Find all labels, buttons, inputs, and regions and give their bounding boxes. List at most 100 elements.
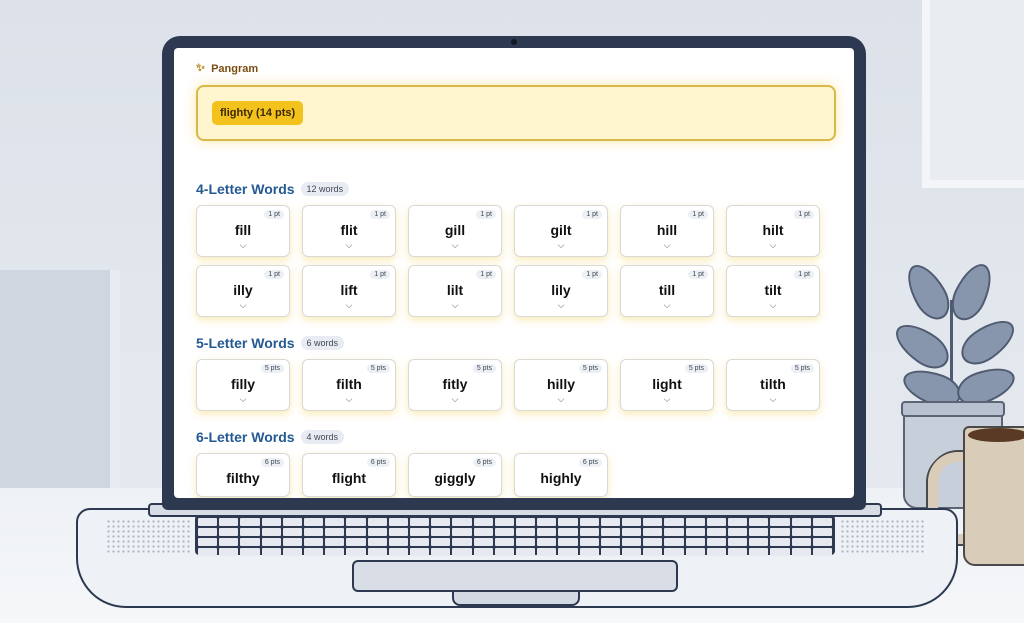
- keyboard: [195, 515, 835, 556]
- word-card[interactable]: 5 pts filth ⌵: [302, 359, 396, 411]
- chevron-down-icon[interactable]: ⌵: [515, 240, 607, 250]
- word-card[interactable]: 6 pts giggly: [408, 453, 502, 497]
- word-card[interactable]: 6 pts highly: [514, 453, 608, 497]
- word-card[interactable]: 5 pts filly ⌵: [196, 359, 290, 411]
- chevron-down-icon[interactable]: ⌵: [197, 300, 289, 310]
- word-count-badge: 4 words: [300, 430, 345, 444]
- keyboard-key: [410, 548, 430, 556]
- points-badge: 1 pt: [264, 270, 284, 279]
- word-card[interactable]: 6 pts flight: [302, 453, 396, 497]
- chevron-down-icon[interactable]: ⌵: [303, 240, 395, 250]
- points-badge: 6 pts: [472, 458, 496, 467]
- keyboard-key: [261, 518, 281, 526]
- keyboard-key: [325, 548, 345, 556]
- chevron-down-icon[interactable]: ⌵: [409, 300, 501, 310]
- points-badge: 6 pts: [578, 458, 602, 467]
- word-grid: 5 pts filly ⌵ 5 pts filth ⌵ 5 pts fitly ⌵ 5 pts hi…: [196, 359, 836, 411]
- word-card[interactable]: 1 pt gilt ⌵: [514, 205, 608, 257]
- points-badge: 5 pts: [578, 364, 602, 373]
- webcam: [511, 39, 517, 45]
- keyboard-key: [367, 548, 387, 556]
- word-card[interactable]: 1 pt till ⌵: [620, 265, 714, 317]
- chevron-down-icon[interactable]: ⌵: [197, 394, 289, 404]
- chevron-down-icon[interactable]: ⌵: [515, 394, 607, 404]
- keyboard-key: [600, 518, 620, 526]
- chevron-down-icon[interactable]: ⌵: [197, 240, 289, 250]
- section-header: 5-Letter Words 6 words: [196, 335, 836, 351]
- keyboard-key: [261, 528, 281, 536]
- word-card[interactable]: 1 pt gill ⌵: [408, 205, 502, 257]
- keyboard-key: [791, 518, 811, 526]
- trackpad[interactable]: [352, 560, 678, 592]
- keyboard-key: [304, 528, 324, 536]
- word-section: 6-Letter Words 4 words 6 pts filthy 6 pts fli…: [196, 429, 836, 497]
- keyboard-key: [198, 518, 218, 526]
- laptop-lid: ✨︎ Pangram flighty (14 pts) 4-Letter Wor…: [162, 36, 866, 510]
- keyboard-key: [282, 518, 302, 526]
- word-card[interactable]: 1 pt tilt ⌵: [726, 265, 820, 317]
- keyboard-key: [473, 548, 493, 556]
- keyboard-key: [579, 518, 599, 526]
- keyboard-key: [537, 548, 557, 556]
- word-card[interactable]: 1 pt lily ⌵: [514, 265, 608, 317]
- word-card[interactable]: 1 pt flit ⌵: [302, 205, 396, 257]
- keyboard-key: [622, 518, 642, 526]
- word-card[interactable]: 5 pts light ⌵: [620, 359, 714, 411]
- keyboard-key: [558, 548, 578, 556]
- chevron-down-icon[interactable]: ⌵: [303, 300, 395, 310]
- word-card[interactable]: 1 pt hill ⌵: [620, 205, 714, 257]
- keyboard-key: [664, 538, 684, 546]
- keyboard-key: [812, 528, 832, 536]
- keyboard-key: [579, 548, 599, 556]
- points-badge: 1 pt: [370, 210, 390, 219]
- keyboard-key: [600, 548, 620, 556]
- word-card[interactable]: 1 pt illy ⌵: [196, 265, 290, 317]
- points-badge: 1 pt: [794, 210, 814, 219]
- keyboard-key: [516, 548, 536, 556]
- word-card[interactable]: 5 pts fitly ⌵: [408, 359, 502, 411]
- word-card[interactable]: 1 pt hilt ⌵: [726, 205, 820, 257]
- app-content: ✨︎ Pangram flighty (14 pts) 4-Letter Wor…: [196, 62, 836, 497]
- keyboard-key: [494, 528, 514, 536]
- word-card[interactable]: 1 pt fill ⌵: [196, 205, 290, 257]
- chevron-down-icon[interactable]: ⌵: [515, 300, 607, 310]
- keyboard-key: [388, 518, 408, 526]
- keyboard-key: [494, 538, 514, 546]
- word-card[interactable]: 5 pts hilly ⌵: [514, 359, 608, 411]
- word-section: 5-Letter Words 6 words 5 pts filly ⌵ 5 pts fil…: [196, 335, 836, 411]
- word-card[interactable]: 5 pts tilth ⌵: [726, 359, 820, 411]
- word-card[interactable]: 6 pts filthy: [196, 453, 290, 497]
- keyboard-key: [685, 548, 705, 556]
- keyboard-key: [770, 538, 790, 546]
- keyboard-key: [600, 528, 620, 536]
- pangram-chip[interactable]: flighty (14 pts): [212, 101, 304, 125]
- keyboard-key: [558, 538, 578, 546]
- points-badge: 1 pt: [582, 210, 602, 219]
- chevron-down-icon[interactable]: ⌵: [621, 240, 713, 250]
- word-card[interactable]: 1 pt lift ⌵: [302, 265, 396, 317]
- keyboard-key: [516, 528, 536, 536]
- chevron-down-icon[interactable]: ⌵: [409, 240, 501, 250]
- points-badge: 5 pts: [260, 364, 284, 373]
- keyboard-key: [685, 528, 705, 536]
- section-title: 4-Letter Words: [196, 181, 295, 197]
- chevron-down-icon[interactable]: ⌵: [621, 300, 713, 310]
- chevron-down-icon[interactable]: ⌵: [727, 394, 819, 404]
- keyboard-key: [346, 548, 366, 556]
- laptop-front-notch: [452, 590, 580, 606]
- keyboard-key: [749, 518, 769, 526]
- keyboard-key: [643, 538, 663, 546]
- keyboard-key: [643, 528, 663, 536]
- keyboard-key: [770, 528, 790, 536]
- word-count-badge: 12 words: [300, 182, 350, 196]
- chevron-down-icon[interactable]: ⌵: [621, 394, 713, 404]
- keyboard-key: [240, 538, 260, 546]
- keyboard-key: [643, 518, 663, 526]
- chevron-down-icon[interactable]: ⌵: [727, 240, 819, 250]
- chevron-down-icon[interactable]: ⌵: [409, 394, 501, 404]
- chevron-down-icon[interactable]: ⌵: [727, 300, 819, 310]
- word-card[interactable]: 1 pt lilt ⌵: [408, 265, 502, 317]
- keyboard-key: [219, 548, 239, 556]
- keyboard-key: [791, 528, 811, 536]
- chevron-down-icon[interactable]: ⌵: [303, 394, 395, 404]
